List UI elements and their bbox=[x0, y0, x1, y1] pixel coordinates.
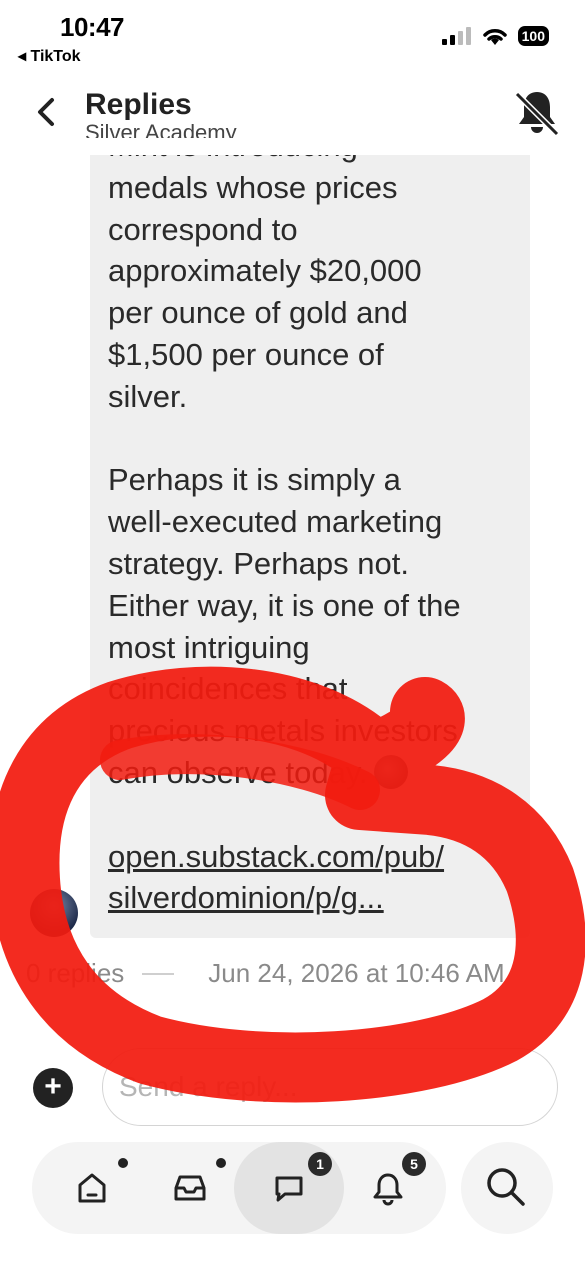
home-icon bbox=[78, 1173, 106, 1203]
message-bubble: Mint is introducing medals whose prices … bbox=[90, 155, 530, 938]
unread-dot bbox=[216, 1158, 226, 1168]
message-line: approximately $20,000 bbox=[108, 253, 422, 289]
subtitle-clip: Silver Academy bbox=[85, 124, 345, 138]
signal-icon bbox=[441, 27, 471, 45]
inbox-icon bbox=[174, 1175, 206, 1201]
page-subtitle: Silver Academy bbox=[85, 124, 237, 138]
message-line: correspond to bbox=[108, 211, 298, 247]
message-link[interactable]: open.substack.com/pub/ bbox=[108, 836, 518, 878]
page-title: Replies bbox=[85, 88, 192, 121]
inline-emoji-icon bbox=[373, 754, 408, 789]
timestamp: Jun 24, 2026 at 10:46 AM bbox=[208, 958, 505, 988]
reply-meta: 0 replies Jun 24, 2026 at 10:46 AM bbox=[26, 958, 505, 989]
bell-muted-icon[interactable] bbox=[511, 86, 563, 138]
message-last-text: can observe today. bbox=[108, 754, 368, 790]
message-line: Perhaps it is simply a bbox=[108, 462, 401, 498]
wifi-icon bbox=[482, 29, 507, 45]
message-line: well-executed marketing bbox=[108, 504, 443, 540]
nav-home[interactable] bbox=[46, 1142, 138, 1234]
unread-dot bbox=[118, 1158, 128, 1168]
messages-badge: 1 bbox=[308, 1152, 332, 1176]
nav-notifications[interactable]: 5 bbox=[342, 1142, 434, 1234]
message-line: $1,500 per ounce of bbox=[108, 336, 384, 372]
back-to-app-link[interactable]: ◂ TikTok bbox=[18, 46, 81, 66]
nav-inbox[interactable] bbox=[144, 1142, 236, 1234]
nav-messages[interactable]: 1 bbox=[234, 1142, 344, 1234]
link-line-1[interactable]: open.substack.com/pub/ bbox=[108, 839, 444, 874]
battery-indicator: 100 bbox=[517, 26, 549, 46]
status-time: 10:47 bbox=[60, 12, 125, 42]
reply-input[interactable]: Send a reply... bbox=[102, 1048, 558, 1126]
message-line: per ounce of gold and bbox=[108, 295, 408, 331]
back-chevron-icon[interactable] bbox=[32, 94, 62, 130]
status-icons: 100 bbox=[441, 26, 549, 46]
message-link[interactable]: silverdominion/p/g... bbox=[108, 877, 518, 919]
add-attachment-button[interactable]: + bbox=[33, 1068, 73, 1108]
link-line-2[interactable]: silverdominion/p/g... bbox=[108, 880, 384, 915]
replies-count[interactable]: 0 replies bbox=[26, 958, 124, 989]
bell-icon bbox=[373, 1173, 403, 1206]
meta-divider bbox=[142, 972, 175, 975]
message-line: Either way, it is one of the bbox=[108, 587, 461, 623]
message-text: Mint is introducing medals whose prices … bbox=[108, 155, 518, 919]
bottom-nav: 1 5 bbox=[32, 1142, 446, 1234]
nav-search[interactable] bbox=[461, 1142, 553, 1234]
notifications-badge: 5 bbox=[402, 1152, 426, 1176]
message-line: Mint is introducing bbox=[108, 155, 518, 167]
author-avatar[interactable] bbox=[30, 889, 78, 937]
search-icon bbox=[487, 1168, 525, 1206]
message-line: precious metals investors bbox=[108, 713, 458, 749]
message-line: strategy. Perhaps not. bbox=[108, 545, 409, 581]
message-line: silver. bbox=[108, 378, 188, 414]
message-line: coincidences that bbox=[108, 671, 348, 707]
chat-bubble-icon bbox=[275, 1176, 303, 1202]
replies-header: Replies Silver Academy bbox=[0, 82, 585, 142]
message-line: most intriguing bbox=[108, 629, 310, 665]
message-line-last: can observe today. bbox=[108, 752, 518, 794]
message-line: medals whose prices bbox=[108, 169, 398, 205]
